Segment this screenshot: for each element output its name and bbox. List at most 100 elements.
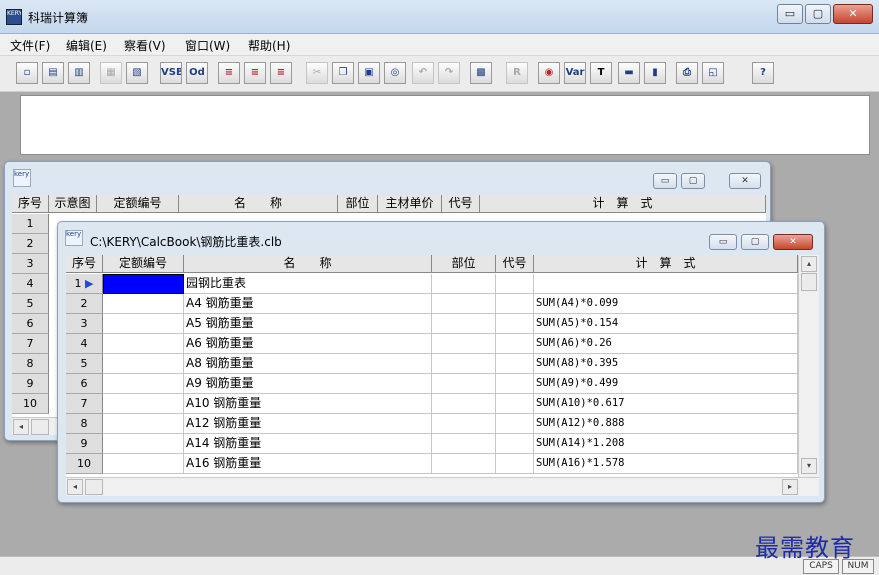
print-icon[interactable]: ⎙: [676, 62, 698, 84]
properties-icon[interactable]: ▩: [470, 62, 492, 84]
table-cell-formula[interactable]: SUM(A5)*0.154: [534, 314, 798, 334]
redo-icon[interactable]: ↷: [438, 62, 460, 84]
row-number[interactable]: 9: [12, 374, 49, 394]
row-number[interactable]: 6: [66, 374, 103, 394]
table-cell-part[interactable]: [432, 334, 496, 354]
cut-icon[interactable]: ✂: [306, 62, 328, 84]
open-file-icon[interactable]: ▤: [42, 62, 64, 84]
front-vertical-scrollbar[interactable]: ▴ ▾: [798, 255, 819, 477]
table-cell-part[interactable]: [432, 374, 496, 394]
row-number[interactable]: 2: [66, 294, 103, 314]
row-number[interactable]: 8: [12, 354, 49, 374]
row-number[interactable]: 3: [66, 314, 103, 334]
scroll-left-icon[interactable]: ◂: [13, 419, 29, 435]
row-number[interactable]: 7: [66, 394, 103, 414]
table-cell-name[interactable]: A6 钢筋重量: [184, 334, 432, 354]
table-cell-code[interactable]: [103, 334, 184, 354]
delete-row-icon[interactable]: ≡: [270, 62, 292, 84]
front-maximize-button[interactable]: ▢: [741, 234, 769, 250]
table-cell-symbol[interactable]: [496, 334, 534, 354]
row-number[interactable]: 1: [12, 214, 49, 234]
maximize-button[interactable]: ▢: [805, 4, 831, 24]
menu-file[interactable]: 文件(F): [10, 37, 50, 54]
table-cell-formula[interactable]: SUM(A10)*0.617: [534, 394, 798, 414]
scroll-right-icon[interactable]: ▸: [782, 479, 798, 495]
scroll-left-icon[interactable]: ◂: [67, 479, 83, 495]
table-cell-symbol[interactable]: [496, 454, 534, 474]
t-button[interactable]: T: [590, 62, 612, 84]
table-cell-name[interactable]: A8 钢筋重量: [184, 354, 432, 374]
table-cell-part[interactable]: [432, 454, 496, 474]
od-button[interactable]: Od: [186, 62, 208, 84]
table-cell-part[interactable]: [432, 294, 496, 314]
menu-view[interactable]: 察看(V): [124, 37, 166, 54]
table-cell-formula[interactable]: SUM(A6)*0.26: [534, 334, 798, 354]
front-horizontal-scrollbar[interactable]: ◂ ▸: [66, 477, 819, 496]
table-cell-part[interactable]: [432, 394, 496, 414]
row-number[interactable]: 1 ▶: [66, 274, 103, 294]
dec-icon[interactable]: ▬: [618, 62, 640, 84]
menu-help[interactable]: 帮助(H): [248, 37, 290, 54]
row-number[interactable]: 8: [66, 414, 103, 434]
table-cell-name[interactable]: 园钢比重表: [184, 274, 432, 294]
table-cell-name[interactable]: A14 钢筋重量: [184, 434, 432, 454]
table-cell-formula[interactable]: SUM(A16)*1.578: [534, 454, 798, 474]
table-cell-name[interactable]: A16 钢筋重量: [184, 454, 432, 474]
table-cell-code-selected[interactable]: [103, 274, 184, 294]
row-number[interactable]: 10: [12, 394, 49, 414]
new-file-icon[interactable]: ▫: [16, 62, 38, 84]
table-cell-code[interactable]: [103, 454, 184, 474]
table-cell-part[interactable]: [432, 414, 496, 434]
table-cell-symbol[interactable]: [496, 414, 534, 434]
save-file-icon[interactable]: ▥: [68, 62, 90, 84]
close-button[interactable]: ✕: [833, 4, 873, 24]
color-wheel-icon[interactable]: ◉: [538, 62, 560, 84]
scroll-thumb[interactable]: [801, 273, 817, 291]
table-cell-formula[interactable]: SUM(A8)*0.395: [534, 354, 798, 374]
table-cell-part[interactable]: [432, 314, 496, 334]
table-cell-symbol[interactable]: [496, 354, 534, 374]
table-cell-name[interactable]: A9 钢筋重量: [184, 374, 432, 394]
help-button[interactable]: ?: [752, 62, 774, 84]
table-cell-name[interactable]: A4 钢筋重量: [184, 294, 432, 314]
table-cell-part[interactable]: [432, 354, 496, 374]
row-number[interactable]: 3: [12, 254, 49, 274]
front-minimize-button[interactable]: ▭: [709, 234, 737, 250]
row-number[interactable]: 5: [66, 354, 103, 374]
row-number[interactable]: 6: [12, 314, 49, 334]
back-minimize-button[interactable]: ▭: [653, 173, 677, 189]
table-cell-formula[interactable]: SUM(A14)*1.208: [534, 434, 798, 454]
table-cell-code[interactable]: [103, 434, 184, 454]
table-cell-symbol[interactable]: [496, 374, 534, 394]
table-cell-code[interactable]: [103, 314, 184, 334]
back-maximize-button[interactable]: ▢: [681, 173, 705, 189]
table-cell-symbol[interactable]: [496, 274, 534, 294]
export-icon[interactable]: ▧: [126, 62, 148, 84]
table-cell-code[interactable]: [103, 354, 184, 374]
row-number[interactable]: 4: [12, 274, 49, 294]
chart-icon[interactable]: ▮: [644, 62, 666, 84]
table-cell-code[interactable]: [103, 394, 184, 414]
row-number[interactable]: 7: [12, 334, 49, 354]
table-cell-formula[interactable]: SUM(A9)*0.499: [534, 374, 798, 394]
scroll-up-icon[interactable]: ▴: [801, 256, 817, 272]
table-cell-name[interactable]: A10 钢筋重量: [184, 394, 432, 414]
row-number[interactable]: 2: [12, 234, 49, 254]
minimize-button[interactable]: ▭: [777, 4, 803, 24]
table-cell-formula[interactable]: SUM(A4)*0.099: [534, 294, 798, 314]
table-cell-part[interactable]: [432, 434, 496, 454]
print-preview-icon[interactable]: ◱: [702, 62, 724, 84]
menu-edit[interactable]: 编辑(E): [66, 37, 107, 54]
undo-icon[interactable]: ↶: [412, 62, 434, 84]
paste-icon[interactable]: ▣: [358, 62, 380, 84]
table-cell-code[interactable]: [103, 374, 184, 394]
var-button[interactable]: Var: [564, 62, 586, 84]
table-cell-name[interactable]: A5 钢筋重量: [184, 314, 432, 334]
row-number[interactable]: 5: [12, 294, 49, 314]
row-number[interactable]: 4: [66, 334, 103, 354]
r-button[interactable]: R: [506, 62, 528, 84]
table-cell-name[interactable]: A12 钢筋重量: [184, 414, 432, 434]
back-close-button[interactable]: ✕: [729, 173, 761, 189]
scroll-thumb[interactable]: [85, 479, 103, 495]
table-cell-part[interactable]: [432, 274, 496, 294]
